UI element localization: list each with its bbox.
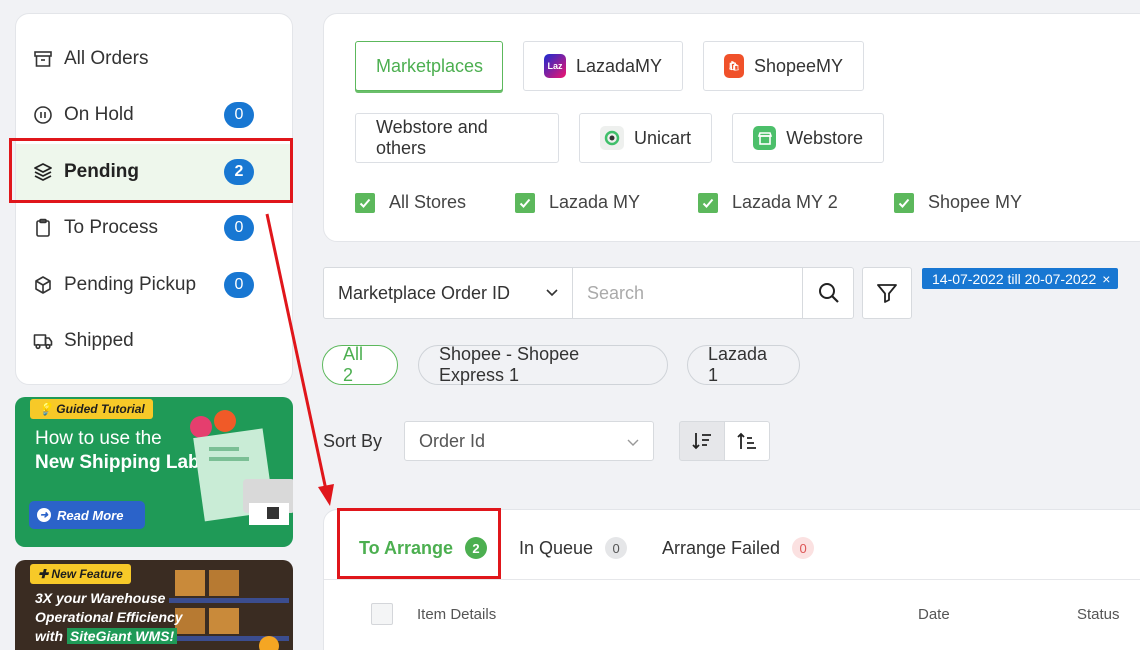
sidebar-item-label: Shipped [64,330,134,351]
annotation-highlight-to-arrange [337,508,501,579]
sidebar-item-label: Pending Pickup [64,274,197,295]
store-checkbox-lazada-my-2[interactable]: Lazada MY 2 [698,192,838,213]
annotation-highlight-pending [9,138,293,203]
sort-label: Sort By [323,431,383,451]
checkmark-icon [355,192,375,213]
sort-ascending-icon [737,432,756,449]
column-header-date: Date [918,606,950,623]
arrow-right-circle-icon: ➜ [37,508,51,522]
filter-button[interactable] [862,267,912,319]
sort-ascending-button[interactable] [724,421,770,461]
column-header-item-details: Item Details [417,606,497,623]
close-icon[interactable]: × [1102,271,1110,287]
sidebar-item-shipped[interactable]: Shipped [16,313,292,369]
plus-square-icon: ✚ [38,567,49,581]
truck-icon [32,330,54,352]
courier-pill-lazada[interactable]: Lazada 1 [687,344,800,385]
store-checkbox-lazada-my[interactable]: Lazada MY [515,192,640,213]
shipping-label-tutorial-banner[interactable]: 💡 Guided Tutorial How to use the New Shi… [15,397,293,547]
store-checkbox-all-stores[interactable]: All Stores [355,192,466,213]
sidebar-item-label: On Hold [64,104,134,125]
store-chip-webstore[interactable]: Webstore [732,113,884,163]
count-badge: 0 [224,102,254,128]
promo-tag: ✚ New Feature [30,564,131,584]
store-checkbox-shopee-my[interactable]: Shopee MY [894,192,1022,213]
column-header-status: Status [1077,606,1120,623]
box-icon [32,274,54,296]
select-all-checkbox[interactable] [371,603,393,625]
archive-box-icon [32,48,54,70]
date-range-tag: 14-07-2022 till 20-07-2022 × [922,268,1119,289]
read-more-button[interactable]: ➜ Read More [29,501,145,529]
tab-count-badge: 0 [605,537,628,559]
warehouse-shelves-illustration [169,570,289,650]
search-field-select[interactable]: Marketplace Order ID [324,268,573,318]
filter-funnel-icon [877,284,897,303]
sort-by-select[interactable]: Order Id [404,421,654,461]
checkmark-icon [515,192,535,213]
shopee-logo-icon: 🛍 [724,54,744,78]
chevron-down-icon [546,289,558,297]
promo-line: 3X your Warehouse [35,590,166,606]
tab-in-queue[interactable]: In Queue 0 [519,537,628,559]
promo-line: Operational Efficiency [35,609,183,625]
sidebar-item-on-hold[interactable]: On Hold 0 [16,87,292,143]
checkmark-icon [894,192,914,213]
count-badge: 0 [224,272,254,298]
unicart-logo-icon [600,126,624,150]
tab-divider [324,579,1140,580]
webstore-and-others-tab[interactable]: Webstore and others [355,113,559,163]
sidebar-item-all-orders[interactable]: All Orders [16,31,292,87]
tab-arrange-failed[interactable]: Arrange Failed 0 [662,537,815,559]
chevron-down-icon [627,439,639,446]
order-search-bar: Marketplace Order ID [323,267,854,319]
search-button[interactable] [802,268,854,318]
marketplaces-tab[interactable]: Marketplaces [355,41,503,91]
courier-pill-all[interactable]: All 2 [322,344,398,385]
promo-tag: 💡 Guided Tutorial [30,399,153,419]
pause-circle-icon [32,104,54,126]
sidebar-item-pending-pickup[interactable]: Pending Pickup 0 [16,257,292,313]
sidebar-item-to-process[interactable]: To Process 0 [16,200,292,256]
promo-line: with SiteGiant WMS! [35,628,178,644]
store-chip-unicart[interactable]: Unicart [579,113,712,163]
clipboard-icon [32,217,54,239]
webstore-logo-icon [753,126,777,150]
store-chip-shopeemy[interactable]: 🛍 ShopeeMY [703,41,864,91]
sidebar-item-label: To Process [64,217,158,238]
checkmark-icon [698,192,718,213]
courier-pill-shopee-express[interactable]: Shopee - Shopee Express 1 [418,344,668,385]
sidebar-item-label: All Orders [64,48,149,69]
tab-count-badge: 0 [792,537,815,559]
store-chip-lazadamy[interactable]: Laz LazadaMY [523,41,683,91]
store-filter-card: Marketplaces Laz LazadaMY 🛍 ShopeeMY Web… [323,13,1140,242]
lazada-logo-icon: Laz [544,54,566,78]
lightbulb-icon: 💡 [38,402,53,416]
sort-descending-button[interactable] [679,421,725,461]
shipping-label-illustration [190,410,293,525]
wms-feature-banner[interactable]: ✚ New Feature 3X your Warehouse Operatio… [15,560,293,650]
search-icon [818,283,839,303]
count-badge: 0 [224,215,254,241]
search-input[interactable] [574,268,802,318]
sort-descending-icon [692,433,711,450]
